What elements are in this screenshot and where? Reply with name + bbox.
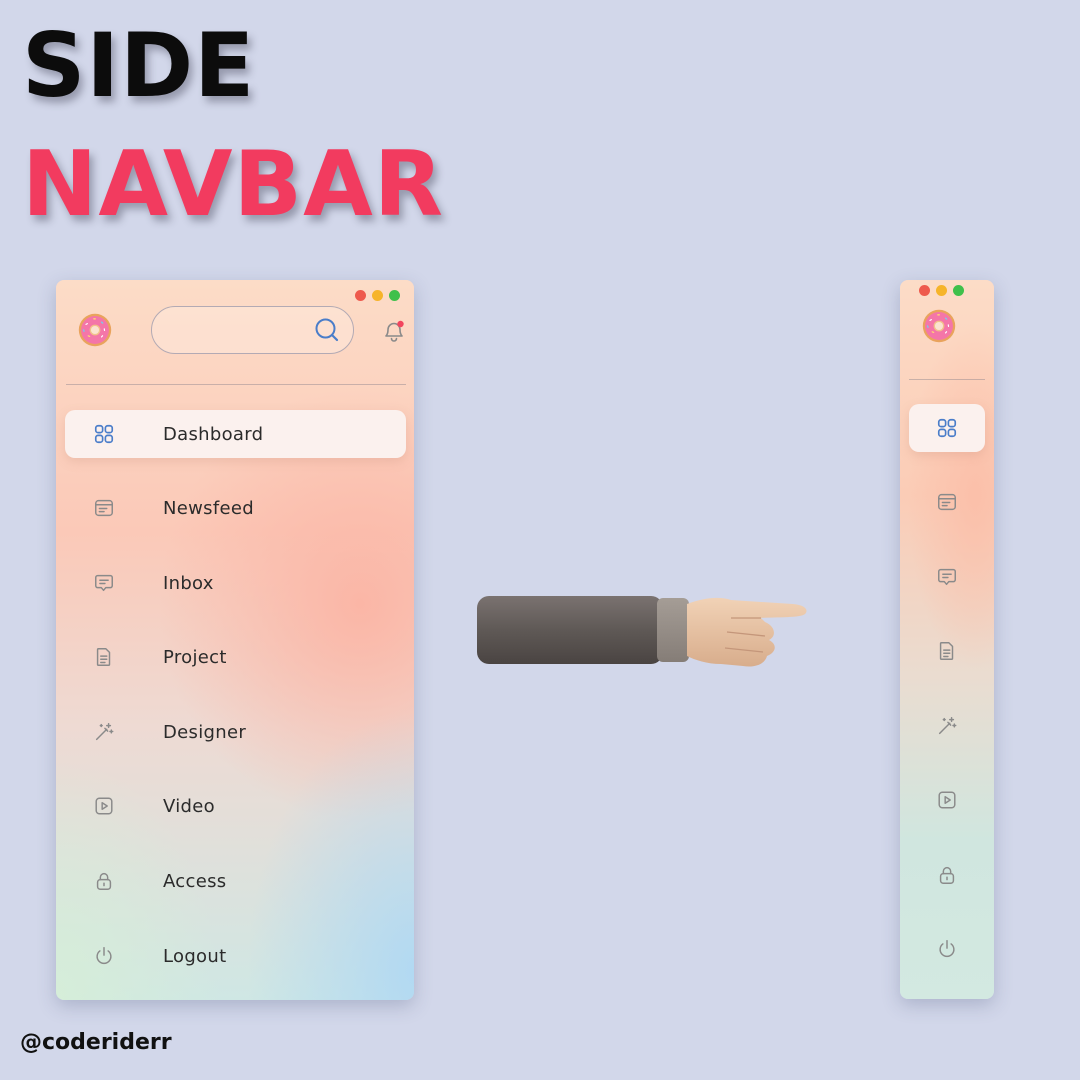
headline-side: SIDE	[22, 14, 256, 117]
window-controls	[355, 290, 400, 301]
nav-item-access[interactable]	[909, 851, 985, 899]
close-window-button[interactable]	[919, 285, 930, 296]
nav-item-video[interactable]	[909, 776, 985, 824]
lock-icon	[93, 870, 115, 892]
nav-label-logout: Logout	[163, 946, 227, 967]
document-icon	[936, 640, 958, 662]
lock-icon	[936, 864, 958, 886]
close-window-button[interactable]	[355, 290, 366, 301]
expanded-sidebar: Dashboard Newsfeed Inbox Project Designe…	[56, 280, 414, 1000]
nav-item-logout[interactable]: Logout	[65, 932, 406, 980]
nav-item-access[interactable]: Access	[65, 857, 406, 905]
donut-icon[interactable]	[921, 308, 957, 344]
grid-icon	[93, 423, 115, 445]
magic-wand-icon	[936, 715, 958, 737]
search-icon[interactable]	[313, 316, 341, 344]
power-icon	[93, 945, 115, 967]
donut-icon[interactable]	[77, 312, 113, 348]
nav-label-access: Access	[163, 871, 227, 892]
message-icon	[936, 566, 958, 588]
header-divider	[66, 384, 406, 385]
minimize-window-button[interactable]	[372, 290, 383, 301]
nav-item-project[interactable]	[909, 627, 985, 675]
grid-icon	[936, 417, 958, 439]
message-icon	[93, 572, 115, 594]
newsfeed-icon	[936, 491, 958, 513]
nav-item-inbox[interactable]: Inbox	[65, 559, 406, 607]
nav-item-newsfeed[interactable]: Newsfeed	[65, 484, 406, 532]
power-icon	[936, 938, 958, 960]
play-icon	[936, 789, 958, 811]
nav-label-inbox: Inbox	[163, 573, 214, 594]
pointing-hand-icon	[477, 596, 807, 667]
headline-navbar: NAVBAR	[22, 132, 445, 237]
nav-label-newsfeed: Newsfeed	[163, 498, 254, 519]
nav-item-video[interactable]: Video	[65, 782, 406, 830]
nav-label-dashboard: Dashboard	[163, 424, 264, 445]
newsfeed-icon	[93, 497, 115, 519]
maximize-window-button[interactable]	[389, 290, 400, 301]
header-divider	[909, 379, 985, 380]
nav-item-dashboard[interactable]: Dashboard	[65, 410, 406, 458]
nav-item-newsfeed[interactable]	[909, 478, 985, 526]
nav-label-project: Project	[163, 647, 227, 668]
minimize-window-button[interactable]	[936, 285, 947, 296]
nav-item-dashboard[interactable]	[909, 404, 985, 452]
search-input[interactable]	[170, 307, 314, 355]
nav-item-designer[interactable]	[909, 702, 985, 750]
play-icon	[93, 795, 115, 817]
bell-icon[interactable]	[381, 316, 407, 344]
nav-label-designer: Designer	[163, 722, 247, 743]
window-controls-collapsed	[919, 285, 964, 296]
nav-label-video: Video	[163, 796, 215, 817]
magic-wand-icon	[93, 721, 115, 743]
nav-item-project[interactable]: Project	[65, 633, 406, 681]
nav-item-inbox[interactable]	[909, 553, 985, 601]
nav-item-designer[interactable]: Designer	[65, 708, 406, 756]
author-handle: @coderiderr	[20, 1030, 172, 1055]
nav-item-logout[interactable]	[909, 925, 985, 973]
document-icon	[93, 646, 115, 668]
maximize-window-button[interactable]	[953, 285, 964, 296]
collapsed-sidebar	[900, 280, 994, 999]
search-field[interactable]	[151, 306, 354, 355]
